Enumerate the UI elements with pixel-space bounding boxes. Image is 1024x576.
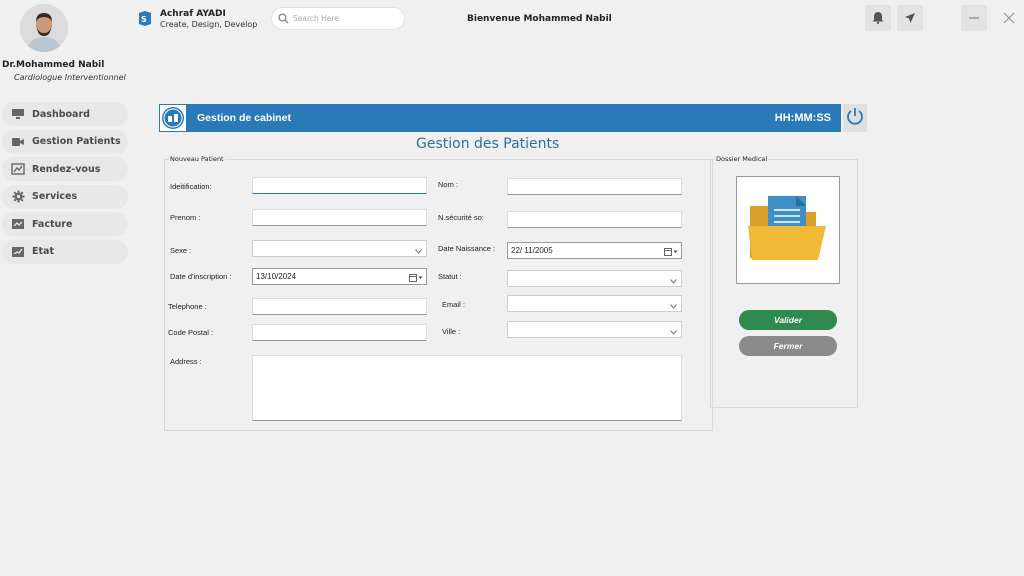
code-postal-label: Code Postal : bbox=[168, 328, 214, 337]
ville-select[interactable] bbox=[507, 321, 682, 338]
close-window-button[interactable] bbox=[996, 5, 1022, 31]
nsecurite-field[interactable] bbox=[507, 211, 682, 228]
telephone-label: Telephone : bbox=[168, 302, 207, 311]
email-select[interactable] bbox=[507, 295, 682, 312]
sidebar-item-facture[interactable]: Facture bbox=[2, 212, 128, 237]
sidebar-item-label: Dashboard bbox=[32, 108, 90, 120]
sidebar-item-label: Facture bbox=[32, 218, 73, 230]
module-header: Gestion de cabinet HH:MM:SS bbox=[159, 104, 841, 132]
notifications-button[interactable] bbox=[865, 5, 891, 31]
date-naissance-label: Date Naissance : bbox=[438, 244, 496, 253]
address-field[interactable] bbox=[252, 355, 682, 421]
brand-name: Achraf AYADI bbox=[160, 9, 226, 19]
nom-field[interactable] bbox=[507, 178, 682, 195]
identification-field[interactable] bbox=[252, 177, 427, 194]
date-naissance-value: 22/ 11/2005 bbox=[511, 246, 553, 255]
date-inscription-label: Date d'inscription : bbox=[170, 272, 232, 281]
invoice-icon bbox=[10, 217, 26, 231]
sidebar-item-label: Services bbox=[32, 191, 78, 203]
search-input[interactable] bbox=[293, 14, 393, 23]
email-label: Email : bbox=[442, 300, 465, 309]
calendar-icon[interactable] bbox=[409, 267, 423, 286]
date-inscription-picker[interactable]: 13/10/2024 bbox=[252, 268, 427, 285]
minimize-button[interactable] bbox=[961, 5, 987, 31]
send-icon bbox=[904, 9, 916, 28]
sidebar-item-label: Gestion Patients bbox=[32, 136, 121, 148]
module-title: Gestion de cabinet bbox=[197, 112, 291, 124]
sidebar-nav: Dashboard Gestion Patients Rendez-vous S… bbox=[2, 102, 128, 268]
date-naissance-picker[interactable]: 22/ 11/2005 bbox=[507, 242, 682, 259]
logout-button[interactable] bbox=[843, 104, 867, 132]
sidebar-item-label: Rendez-vous bbox=[32, 163, 101, 175]
chart-icon bbox=[10, 162, 26, 176]
doctor-name: Dr.Mohammed Nabil bbox=[2, 60, 105, 70]
address-label: Address : bbox=[170, 357, 202, 366]
chevron-down-icon bbox=[670, 294, 677, 313]
search-icon bbox=[278, 9, 289, 28]
welcome-message: Bienvenue Mohammed Nabil bbox=[467, 14, 612, 24]
page-title: Gestion des Patients bbox=[416, 136, 560, 152]
prenom-field[interactable] bbox=[252, 209, 427, 226]
send-button[interactable] bbox=[897, 5, 923, 31]
nsecurite-label: N.sécurité so: bbox=[438, 213, 484, 222]
power-icon bbox=[845, 106, 865, 130]
identification-label: Ideitification: bbox=[170, 182, 212, 191]
chevron-down-icon bbox=[670, 320, 677, 339]
sidebar-item-label: Etat bbox=[32, 246, 54, 258]
dossier-preview[interactable] bbox=[736, 176, 840, 284]
sexe-label: Sexe : bbox=[170, 246, 192, 255]
monitor-icon bbox=[10, 107, 26, 121]
calendar-icon[interactable] bbox=[664, 241, 678, 260]
chevron-down-icon bbox=[415, 239, 422, 258]
close-icon bbox=[1003, 9, 1015, 28]
brand-logo-icon: S bbox=[136, 10, 153, 27]
sidebar-item-services[interactable]: Services bbox=[2, 184, 128, 209]
video-icon bbox=[10, 135, 26, 149]
date-inscription-value: 13/10/2024 bbox=[256, 272, 297, 281]
svg-text:S: S bbox=[141, 15, 147, 24]
clock-display: HH:MM:SS bbox=[774, 112, 831, 124]
doctor-specialty: Cardiologue Interventionnel bbox=[14, 73, 126, 82]
ville-label: Ville : bbox=[442, 327, 461, 336]
avatar bbox=[20, 4, 68, 52]
sexe-select[interactable] bbox=[252, 240, 427, 257]
minimize-icon bbox=[968, 9, 980, 28]
sidebar-item-rendez-vous[interactable]: Rendez-vous bbox=[2, 157, 128, 182]
fermer-button[interactable]: Fermer bbox=[739, 336, 837, 356]
nom-label: Nom : bbox=[438, 180, 459, 189]
folder-document-icon bbox=[748, 192, 828, 268]
patient-form-caption: Nouveau Patient bbox=[169, 155, 225, 163]
code-postal-field[interactable] bbox=[252, 324, 427, 341]
statut-label: Statut : bbox=[438, 272, 462, 281]
chevron-down-icon bbox=[670, 269, 677, 288]
sidebar-item-gestion-patients[interactable]: Gestion Patients bbox=[2, 129, 128, 154]
dossier-medical-caption: Dossier Medical bbox=[715, 155, 769, 163]
report-icon bbox=[10, 245, 26, 259]
bell-icon bbox=[872, 9, 884, 28]
cabinet-logo-icon bbox=[160, 105, 186, 131]
sidebar-item-dashboard[interactable]: Dashboard bbox=[2, 102, 128, 126]
brand-tagline: Create, Design, Develop bbox=[160, 20, 258, 29]
statut-select[interactable] bbox=[507, 270, 682, 287]
valider-button[interactable]: Valider bbox=[739, 310, 837, 330]
search-box[interactable] bbox=[271, 7, 405, 30]
sidebar-item-etat[interactable]: Etat bbox=[2, 239, 128, 264]
gear-icon bbox=[10, 190, 26, 204]
prenom-label: Prenom : bbox=[170, 213, 201, 222]
telephone-field[interactable] bbox=[252, 298, 427, 315]
